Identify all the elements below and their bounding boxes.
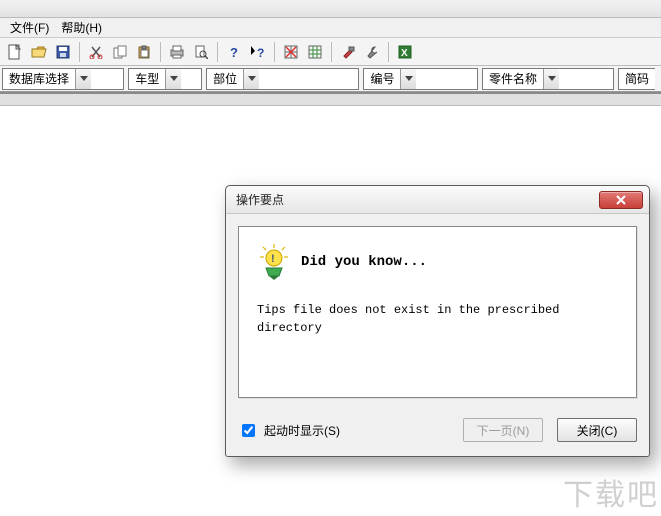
save-button[interactable] xyxy=(52,41,74,63)
content-header-stripe xyxy=(0,92,661,106)
copy-icon xyxy=(113,45,127,59)
grid-red-icon xyxy=(284,45,298,59)
toolbar-separator xyxy=(79,42,80,62)
hammer-icon xyxy=(341,45,355,59)
menu-file[interactable]: 文件(F) xyxy=(4,17,55,38)
new-file-icon xyxy=(8,44,22,60)
window-title-bar xyxy=(0,0,661,18)
excel-icon: X xyxy=(398,45,412,59)
dialog-footer: 起动时显示(S) 下一页(N) 关闭(C) xyxy=(226,410,649,456)
chevron-down-icon xyxy=(165,69,181,89)
show-on-start-input[interactable] xyxy=(242,424,255,437)
combo-part[interactable]: 部位 xyxy=(206,68,359,90)
toolbar: ? ? X xyxy=(0,38,661,66)
dialog-body: ! Did you know... Tips file does not exi… xyxy=(226,214,649,410)
excel-button[interactable]: X xyxy=(394,41,416,63)
paste-icon xyxy=(137,45,151,59)
print-preview-button[interactable] xyxy=(190,41,212,63)
chevron-down-icon xyxy=(400,69,416,89)
show-on-start-checkbox[interactable]: 起动时显示(S) xyxy=(238,421,449,440)
combo-code-label: 编号 xyxy=(364,70,400,87)
whats-this-icon: ? xyxy=(250,45,266,59)
paste-button[interactable] xyxy=(133,41,155,63)
tips-dialog: 操作要点 ! Di xyxy=(225,185,650,457)
open-folder-icon xyxy=(31,45,47,59)
cut-icon xyxy=(89,45,103,59)
close-button[interactable]: 关闭(C) xyxy=(557,418,637,442)
combo-shortcode-label: 简码 xyxy=(619,70,655,87)
tip-heading: Did you know... xyxy=(301,254,427,270)
combo-database-label: 数据库选择 xyxy=(3,70,75,87)
grid-green-icon xyxy=(308,45,322,59)
grid-a-button[interactable] xyxy=(280,41,302,63)
combo-code[interactable]: 编号 xyxy=(363,68,478,90)
svg-text:X: X xyxy=(401,48,408,59)
chevron-down-icon xyxy=(543,69,559,89)
svg-text:!: ! xyxy=(271,253,275,265)
toolbar-separator xyxy=(388,42,389,62)
svg-text:?: ? xyxy=(230,45,238,59)
print-button[interactable] xyxy=(166,41,188,63)
combo-part-label: 部位 xyxy=(207,70,243,87)
tool-b-button[interactable] xyxy=(361,41,383,63)
dialog-close-button[interactable] xyxy=(599,191,643,209)
dialog-title: 操作要点 xyxy=(236,191,599,208)
tip-heading-row: ! Did you know... xyxy=(257,243,618,281)
toolbar-separator xyxy=(331,42,332,62)
svg-text:?: ? xyxy=(257,46,264,59)
open-button[interactable] xyxy=(28,41,50,63)
print-icon xyxy=(169,45,185,59)
chevron-down-icon xyxy=(243,69,259,89)
wrench-icon xyxy=(365,45,379,59)
close-icon xyxy=(615,195,627,205)
help-icon: ? xyxy=(227,45,241,59)
copy-button[interactable] xyxy=(109,41,131,63)
combo-model[interactable]: 车型 xyxy=(128,68,202,90)
show-on-start-label: 起动时显示(S) xyxy=(264,422,340,439)
dialog-title-bar[interactable]: 操作要点 xyxy=(226,186,649,214)
chevron-down-icon xyxy=(75,69,91,89)
menu-bar: 文件(F) 帮助(H) xyxy=(0,18,661,38)
toolbar-separator xyxy=(160,42,161,62)
print-preview-icon xyxy=(194,45,208,59)
next-tip-button[interactable]: 下一页(N) xyxy=(463,418,543,442)
combo-shortcode[interactable]: 简码 xyxy=(618,68,655,90)
combo-partname[interactable]: 零件名称 xyxy=(482,68,614,90)
whats-this-button[interactable]: ? xyxy=(247,41,269,63)
grid-b-button[interactable] xyxy=(304,41,326,63)
help-button[interactable]: ? xyxy=(223,41,245,63)
cut-button[interactable] xyxy=(85,41,107,63)
tip-panel: ! Did you know... Tips file does not exi… xyxy=(238,226,637,398)
combo-model-label: 车型 xyxy=(129,70,165,87)
toolbar-separator xyxy=(274,42,275,62)
toolbar-separator xyxy=(217,42,218,62)
menu-help[interactable]: 帮助(H) xyxy=(55,17,108,38)
lightbulb-icon: ! xyxy=(257,243,291,281)
new-file-button[interactable] xyxy=(4,41,26,63)
combo-partname-label: 零件名称 xyxy=(483,70,543,87)
filter-bar: 数据库选择 车型 部位 编号 零件名称 简码 xyxy=(0,66,661,92)
tip-message: Tips file does not exist in the prescrib… xyxy=(257,301,597,337)
save-icon xyxy=(56,45,70,59)
combo-database[interactable]: 数据库选择 xyxy=(2,68,124,90)
tool-a-button[interactable] xyxy=(337,41,359,63)
